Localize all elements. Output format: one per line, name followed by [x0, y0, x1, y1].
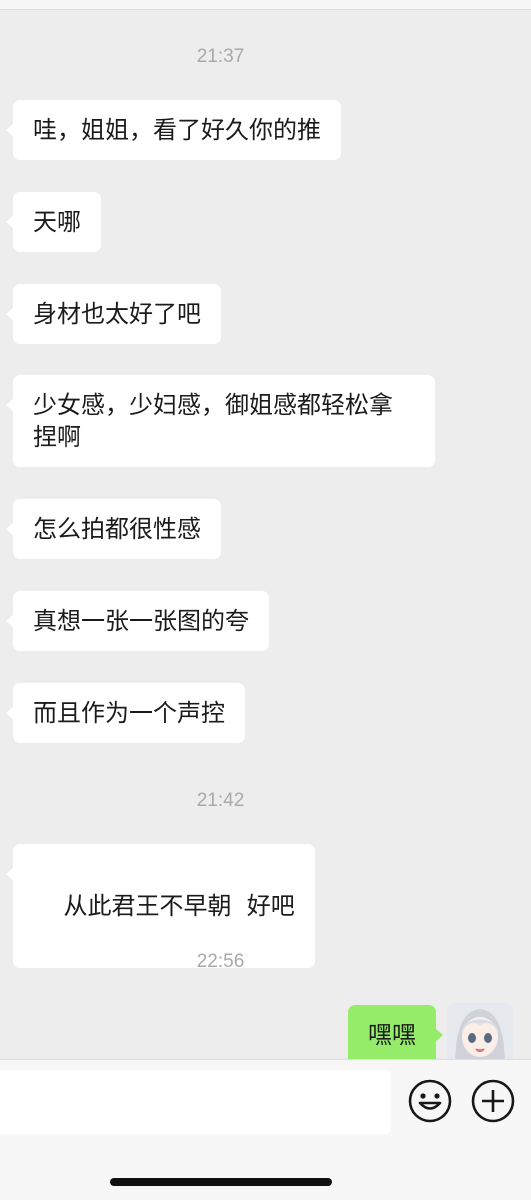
- timestamp: 21:37: [196, 46, 245, 67]
- home-indicator[interactable]: [110, 1178, 332, 1186]
- message-text: 天哪: [33, 208, 81, 236]
- message-bubble-incoming[interactable]: 哇，姐姐，看了好久你的推: [6, 100, 341, 160]
- message-bubble-incoming[interactable]: 从此君王不早朝 好吧: [6, 844, 315, 968]
- plus-circle-icon: [471, 1079, 515, 1123]
- message-text: 身材也太好了吧: [33, 300, 201, 328]
- message-text: 哇，姐姐，看了好久你的推: [33, 116, 321, 144]
- timestamp: 21:42: [196, 790, 245, 811]
- message-text: 而且作为一个声控: [33, 699, 225, 727]
- emoji-button[interactable]: [407, 1078, 453, 1124]
- top-divider: [0, 0, 531, 10]
- more-button[interactable]: [470, 1078, 516, 1124]
- message-text: 从此君王不早朝 好吧: [63, 892, 295, 920]
- message-bubble-outgoing[interactable]: 嘿嘿: [348, 1005, 443, 1065]
- input-bar: [0, 1059, 531, 1200]
- message-text: 真想一张一张图的夸: [33, 607, 249, 635]
- message-bubble-incoming[interactable]: 天哪: [6, 192, 101, 252]
- message-input[interactable]: [0, 1070, 391, 1134]
- timestamp: 22:56: [196, 951, 245, 972]
- message-text: 怎么拍都很性感: [33, 515, 201, 543]
- message-bubble-incoming[interactable]: 真想一张一张图的夸: [6, 591, 269, 651]
- emoji-icon: [408, 1079, 452, 1123]
- message-text: 嘿嘿: [368, 1021, 416, 1049]
- message-bubble-incoming[interactable]: 身材也太好了吧: [6, 284, 221, 344]
- message-bubble-incoming[interactable]: 而且作为一个声控: [6, 683, 245, 743]
- message-bubble-incoming[interactable]: 少女感，少妇感，御姐感都轻松拿捏啊: [6, 375, 435, 467]
- message-bubble-incoming[interactable]: 怎么拍都很性感: [6, 499, 221, 559]
- message-text: 少女感，少妇感，御姐感都轻松拿捏啊: [33, 391, 393, 451]
